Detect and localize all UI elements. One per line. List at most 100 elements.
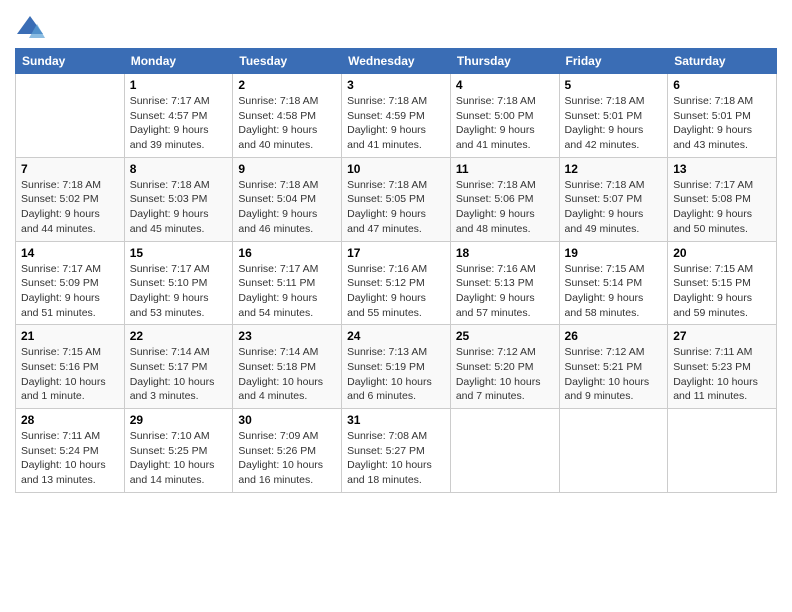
calendar-cell (16, 74, 125, 158)
calendar-cell: 9 Sunrise: 7:18 AM Sunset: 5:04 PM Daylig… (233, 157, 342, 241)
day-info: Sunrise: 7:08 AM Sunset: 5:27 PM Dayligh… (347, 429, 445, 488)
calendar-cell: 22 Sunrise: 7:14 AM Sunset: 5:17 PM Dayli… (124, 325, 233, 409)
week-row-4: 21 Sunrise: 7:15 AM Sunset: 5:16 PM Dayli… (16, 325, 777, 409)
col-header-monday: Monday (124, 49, 233, 74)
day-number: 10 (347, 162, 445, 176)
day-info: Sunrise: 7:15 AM Sunset: 5:16 PM Dayligh… (21, 345, 119, 404)
day-number: 11 (456, 162, 554, 176)
day-info: Sunrise: 7:13 AM Sunset: 5:19 PM Dayligh… (347, 345, 445, 404)
day-info: Sunrise: 7:18 AM Sunset: 5:04 PM Dayligh… (238, 178, 336, 237)
day-number: 23 (238, 329, 336, 343)
day-number: 24 (347, 329, 445, 343)
day-info: Sunrise: 7:14 AM Sunset: 5:17 PM Dayligh… (130, 345, 228, 404)
day-number: 14 (21, 246, 119, 260)
day-number: 9 (238, 162, 336, 176)
day-number: 27 (673, 329, 771, 343)
calendar-cell (668, 409, 777, 493)
day-number: 4 (456, 78, 554, 92)
day-number: 7 (21, 162, 119, 176)
calendar-cell: 6 Sunrise: 7:18 AM Sunset: 5:01 PM Daylig… (668, 74, 777, 158)
day-info: Sunrise: 7:11 AM Sunset: 5:24 PM Dayligh… (21, 429, 119, 488)
day-number: 13 (673, 162, 771, 176)
day-number: 1 (130, 78, 228, 92)
calendar-cell: 12 Sunrise: 7:18 AM Sunset: 5:07 PM Dayli… (559, 157, 668, 241)
calendar-cell: 27 Sunrise: 7:11 AM Sunset: 5:23 PM Dayli… (668, 325, 777, 409)
week-row-2: 7 Sunrise: 7:18 AM Sunset: 5:02 PM Daylig… (16, 157, 777, 241)
calendar-cell: 7 Sunrise: 7:18 AM Sunset: 5:02 PM Daylig… (16, 157, 125, 241)
calendar-cell: 24 Sunrise: 7:13 AM Sunset: 5:19 PM Dayli… (342, 325, 451, 409)
day-info: Sunrise: 7:09 AM Sunset: 5:26 PM Dayligh… (238, 429, 336, 488)
calendar-table: SundayMondayTuesdayWednesdayThursdayFrid… (15, 48, 777, 493)
day-number: 31 (347, 413, 445, 427)
day-number: 8 (130, 162, 228, 176)
day-info: Sunrise: 7:12 AM Sunset: 5:21 PM Dayligh… (565, 345, 663, 404)
day-number: 17 (347, 246, 445, 260)
calendar-cell: 23 Sunrise: 7:14 AM Sunset: 5:18 PM Dayli… (233, 325, 342, 409)
day-info: Sunrise: 7:18 AM Sunset: 5:01 PM Dayligh… (673, 94, 771, 153)
calendar-cell: 30 Sunrise: 7:09 AM Sunset: 5:26 PM Dayli… (233, 409, 342, 493)
calendar-cell: 26Sunrise: 7:12 AM Sunset: 5:21 PM Dayli… (559, 325, 668, 409)
calendar-cell: 25 Sunrise: 7:12 AM Sunset: 5:20 PM Dayli… (450, 325, 559, 409)
calendar-cell: 5Sunrise: 7:18 AM Sunset: 5:01 PM Daylig… (559, 74, 668, 158)
calendar-cell: 16 Sunrise: 7:17 AM Sunset: 5:11 PM Dayli… (233, 241, 342, 325)
col-header-saturday: Saturday (668, 49, 777, 74)
col-header-tuesday: Tuesday (233, 49, 342, 74)
col-header-thursday: Thursday (450, 49, 559, 74)
calendar-cell: 28Sunrise: 7:11 AM Sunset: 5:24 PM Dayli… (16, 409, 125, 493)
calendar-cell: 21 Sunrise: 7:15 AM Sunset: 5:16 PM Dayli… (16, 325, 125, 409)
day-number: 22 (130, 329, 228, 343)
day-info: Sunrise: 7:15 AM Sunset: 5:15 PM Dayligh… (673, 262, 771, 321)
day-number: 12 (565, 162, 663, 176)
day-info: Sunrise: 7:17 AM Sunset: 5:11 PM Dayligh… (238, 262, 336, 321)
day-number: 15 (130, 246, 228, 260)
day-info: Sunrise: 7:10 AM Sunset: 5:25 PM Dayligh… (130, 429, 228, 488)
day-number: 29 (130, 413, 228, 427)
day-info: Sunrise: 7:12 AM Sunset: 5:20 PM Dayligh… (456, 345, 554, 404)
day-info: Sunrise: 7:14 AM Sunset: 5:18 PM Dayligh… (238, 345, 336, 404)
day-number: 25 (456, 329, 554, 343)
day-info: Sunrise: 7:11 AM Sunset: 5:23 PM Dayligh… (673, 345, 771, 404)
calendar-cell: 8 Sunrise: 7:18 AM Sunset: 5:03 PM Daylig… (124, 157, 233, 241)
day-number: 2 (238, 78, 336, 92)
calendar-cell: 14Sunrise: 7:17 AM Sunset: 5:09 PM Dayli… (16, 241, 125, 325)
day-info: Sunrise: 7:15 AM Sunset: 5:14 PM Dayligh… (565, 262, 663, 321)
calendar-cell: 2Sunrise: 7:18 AM Sunset: 4:58 PM Daylig… (233, 74, 342, 158)
day-info: Sunrise: 7:18 AM Sunset: 5:02 PM Dayligh… (21, 178, 119, 237)
calendar-cell: 4 Sunrise: 7:18 AM Sunset: 5:00 PM Daylig… (450, 74, 559, 158)
day-number: 16 (238, 246, 336, 260)
day-info: Sunrise: 7:18 AM Sunset: 5:00 PM Dayligh… (456, 94, 554, 153)
day-info: Sunrise: 7:18 AM Sunset: 5:05 PM Dayligh… (347, 178, 445, 237)
day-info: Sunrise: 7:16 AM Sunset: 5:13 PM Dayligh… (456, 262, 554, 321)
page-container: SundayMondayTuesdayWednesdayThursdayFrid… (0, 0, 792, 503)
day-info: Sunrise: 7:17 AM Sunset: 4:57 PM Dayligh… (130, 94, 228, 153)
day-number: 5 (565, 78, 663, 92)
calendar-cell: 10 Sunrise: 7:18 AM Sunset: 5:05 PM Dayli… (342, 157, 451, 241)
calendar-cell (559, 409, 668, 493)
day-number: 3 (347, 78, 445, 92)
calendar-cell: 15Sunrise: 7:17 AM Sunset: 5:10 PM Dayli… (124, 241, 233, 325)
day-info: Sunrise: 7:18 AM Sunset: 5:06 PM Dayligh… (456, 178, 554, 237)
calendar-cell: 17 Sunrise: 7:16 AM Sunset: 5:12 PM Dayli… (342, 241, 451, 325)
day-info: Sunrise: 7:16 AM Sunset: 5:12 PM Dayligh… (347, 262, 445, 321)
day-info: Sunrise: 7:18 AM Sunset: 4:59 PM Dayligh… (347, 94, 445, 153)
calendar-cell: 13Sunrise: 7:17 AM Sunset: 5:08 PM Dayli… (668, 157, 777, 241)
calendar-cell: 11 Sunrise: 7:18 AM Sunset: 5:06 PM Dayli… (450, 157, 559, 241)
calendar-cell: 3 Sunrise: 7:18 AM Sunset: 4:59 PM Daylig… (342, 74, 451, 158)
header (15, 10, 777, 44)
calendar-cell: 31 Sunrise: 7:08 AM Sunset: 5:27 PM Dayli… (342, 409, 451, 493)
day-number: 6 (673, 78, 771, 92)
day-info: Sunrise: 7:18 AM Sunset: 5:07 PM Dayligh… (565, 178, 663, 237)
day-number: 30 (238, 413, 336, 427)
day-number: 21 (21, 329, 119, 343)
logo-icon (15, 14, 45, 44)
day-number: 19 (565, 246, 663, 260)
calendar-header-row: SundayMondayTuesdayWednesdayThursdayFrid… (16, 49, 777, 74)
calendar-cell: 29 Sunrise: 7:10 AM Sunset: 5:25 PM Dayli… (124, 409, 233, 493)
week-row-3: 14Sunrise: 7:17 AM Sunset: 5:09 PM Dayli… (16, 241, 777, 325)
day-number: 18 (456, 246, 554, 260)
logo (15, 14, 49, 44)
day-info: Sunrise: 7:18 AM Sunset: 5:03 PM Dayligh… (130, 178, 228, 237)
calendar-cell: 19 Sunrise: 7:15 AM Sunset: 5:14 PM Dayli… (559, 241, 668, 325)
calendar-cell: 1 Sunrise: 7:17 AM Sunset: 4:57 PM Daylig… (124, 74, 233, 158)
week-row-5: 28Sunrise: 7:11 AM Sunset: 5:24 PM Dayli… (16, 409, 777, 493)
